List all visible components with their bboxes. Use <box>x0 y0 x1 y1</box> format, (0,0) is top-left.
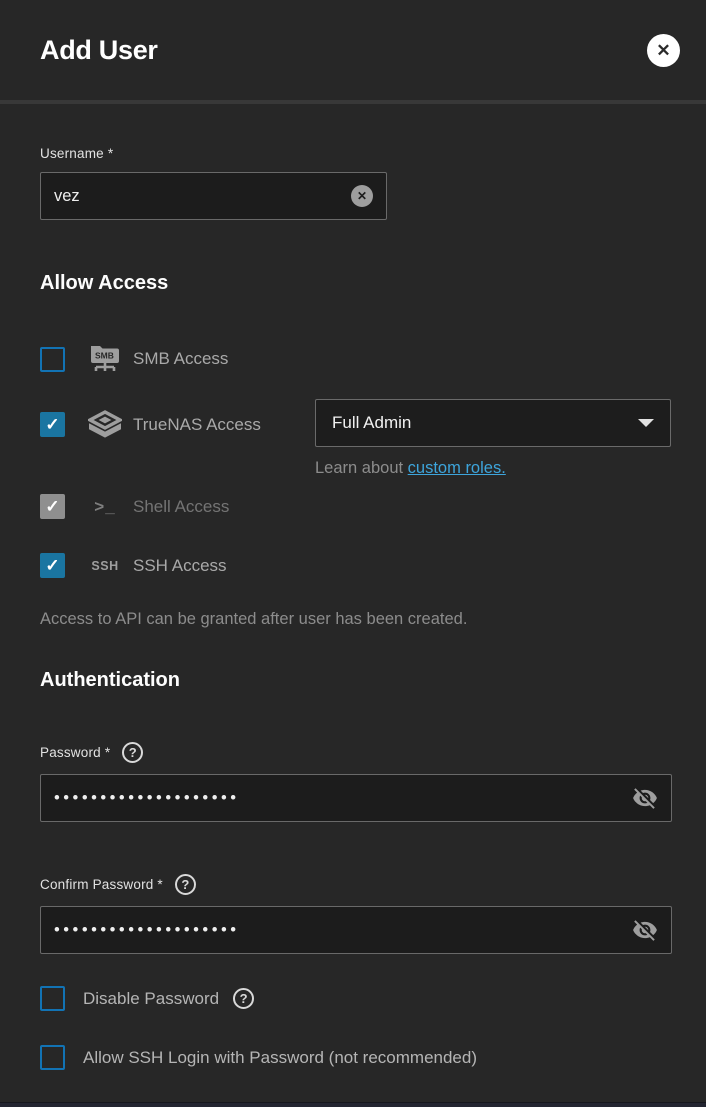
allow-ssh-login-row: ✓ Allow SSH Login with Password (not rec… <box>40 1045 672 1070</box>
eye-slash-icon <box>632 785 658 811</box>
authentication-heading: Authentication <box>40 669 672 692</box>
ssh-access-label: SSH Access <box>133 556 227 576</box>
custom-roles-link[interactable]: custom roles. <box>408 459 506 477</box>
page-title: Add User <box>40 35 158 66</box>
username-label: Username * <box>40 146 113 161</box>
disable-password-label: Disable Password <box>83 989 219 1009</box>
password-input[interactable]: •••••••••••••••••••• <box>40 774 672 822</box>
dialog-body: Username * vez ✕ Allow Access ✓ SMB SMB … <box>0 104 706 1070</box>
eye-slash-icon <box>632 917 658 943</box>
password-masked-value: •••••••••••••••••••• <box>54 789 632 808</box>
disable-password-row: ✓ Disable Password ? <box>40 986 672 1011</box>
allow-ssh-login-checkbox[interactable]: ✓ <box>40 1045 65 1070</box>
disable-password-help-icon[interactable]: ? <box>233 988 254 1009</box>
learn-about-line: Learn about custom roles. <box>315 459 671 478</box>
svg-text:SMB: SMB <box>95 351 114 361</box>
allow-access-heading: Allow Access <box>40 272 672 295</box>
username-value: vez <box>54 187 351 206</box>
role-select-value: Full Admin <box>332 413 411 433</box>
add-user-dialog: Add User ✕ Username * vez ✕ Allow Access… <box>0 0 706 1107</box>
confirm-password-label: Confirm Password * <box>40 877 163 892</box>
confirm-password-help-icon[interactable]: ? <box>175 874 196 895</box>
api-access-note: Access to API can be granted after user … <box>40 610 672 629</box>
clear-username-button[interactable]: ✕ <box>351 185 373 207</box>
clear-icon: ✕ <box>357 190 367 202</box>
ssh-icon: SSH <box>87 559 123 573</box>
page-bottom-strip <box>0 1102 706 1107</box>
confirm-password-group: Confirm Password * ? •••••••••••••••••••… <box>40 874 672 954</box>
role-select[interactable]: Full Admin <box>315 399 671 447</box>
allow-ssh-login-label: Allow SSH Login with Password (not recom… <box>83 1048 477 1068</box>
disable-password-checkbox[interactable]: ✓ <box>40 986 65 1011</box>
shell-icon: >_ <box>87 497 123 517</box>
dialog-header: Add User ✕ <box>0 0 706 104</box>
toggle-confirm-password-visibility-button[interactable] <box>632 917 658 943</box>
truenas-access-label: TrueNAS Access <box>133 415 261 435</box>
shell-access-row: ✓ >_ Shell Access <box>40 494 672 519</box>
toggle-password-visibility-button[interactable] <box>632 785 658 811</box>
confirm-password-input[interactable]: •••••••••••••••••••• <box>40 906 672 954</box>
password-group: Password * ? •••••••••••••••••••• <box>40 742 672 822</box>
password-help-icon[interactable]: ? <box>122 742 143 763</box>
truenas-access-checkbox[interactable]: ✓ <box>40 412 65 437</box>
password-label: Password * <box>40 745 110 760</box>
shell-access-label: Shell Access <box>133 497 229 517</box>
smb-access-row: ✓ SMB SMB Access <box>40 343 672 375</box>
close-button[interactable]: ✕ <box>647 34 680 67</box>
close-icon: ✕ <box>656 42 670 59</box>
shell-access-checkbox: ✓ <box>40 494 65 519</box>
smb-access-label: SMB Access <box>133 349 228 369</box>
ssh-access-checkbox[interactable]: ✓ <box>40 553 65 578</box>
ssh-access-row: ✓ SSH SSH Access <box>40 553 672 578</box>
truenas-access-row: ✓ TrueNAS Access Full Admin Lear <box>40 399 672 478</box>
username-input[interactable]: vez ✕ <box>40 172 387 220</box>
learn-prefix: Learn about <box>315 459 408 477</box>
truenas-icon <box>87 410 123 439</box>
smb-access-checkbox[interactable]: ✓ <box>40 347 65 372</box>
smb-icon: SMB <box>87 343 123 375</box>
chevron-down-icon <box>638 419 654 427</box>
confirm-password-masked-value: •••••••••••••••••••• <box>54 921 632 940</box>
